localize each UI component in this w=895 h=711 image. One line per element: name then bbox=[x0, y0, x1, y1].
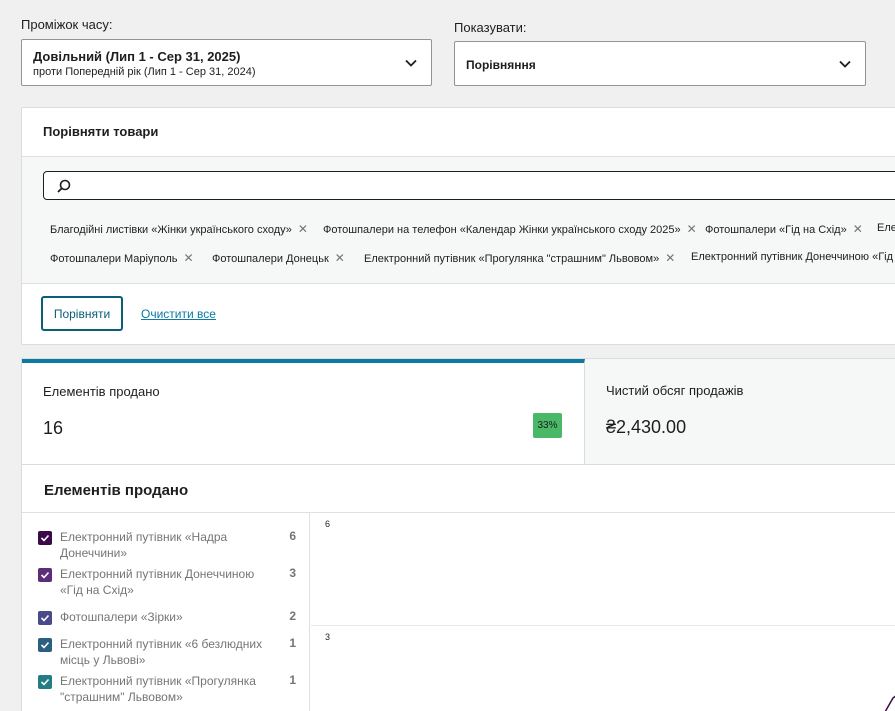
product-chip: Фотошпалери Маріуполь ✕ bbox=[50, 251, 194, 265]
stat-label: Чистий обсяг продажів bbox=[606, 383, 744, 398]
date-range-select[interactable]: Довільний (Лип 1 - Сер 31, 2025) проти П… bbox=[21, 39, 432, 86]
show-select[interactable]: Порівняння bbox=[454, 41, 866, 86]
compare-products-card: Порівняти товари Благодійні листівки «Жі… bbox=[21, 107, 895, 345]
legend-count: 1 bbox=[289, 636, 296, 650]
remove-chip-icon[interactable]: ✕ bbox=[665, 251, 675, 265]
legend-label: Електронний путівник «6 безлюдних місць … bbox=[60, 637, 263, 667]
y-tick-label: 6 bbox=[325, 519, 331, 529]
legend-count: 1 bbox=[289, 673, 296, 687]
series-line bbox=[884, 695, 895, 711]
legend-label: Електронний путівник «Прогулянка "страшн… bbox=[60, 674, 256, 704]
legend-label: Електронний путівник «Надра Донеччини» bbox=[60, 530, 228, 560]
remove-chip-icon[interactable]: ✕ bbox=[335, 251, 345, 265]
checkbox-checked-icon[interactable] bbox=[38, 675, 52, 689]
clear-all-link[interactable]: Очистити все bbox=[141, 307, 216, 321]
product-chip: Еле bbox=[877, 222, 895, 234]
chart-legend: Електронний путівник «Надра Донеччини» 6… bbox=[22, 513, 310, 711]
chart-title: Елементів продано bbox=[44, 482, 189, 499]
remove-chip-icon[interactable]: ✕ bbox=[183, 251, 193, 265]
items-sold-chart-card: Елементів продано Електронний путівник «… bbox=[21, 464, 895, 711]
legend-count: 3 bbox=[289, 566, 296, 580]
stat-value: 16 bbox=[43, 418, 64, 438]
show-value: Порівняння bbox=[466, 58, 536, 72]
search-icon bbox=[57, 179, 71, 193]
date-range-compare: проти Попередній рік (Лип 1 - Сер 31, 20… bbox=[33, 66, 256, 78]
legend-count: 2 bbox=[289, 609, 296, 623]
product-chip: Електронний путівник «Прогулянка "страшн… bbox=[364, 251, 676, 265]
show-label: Показувати: bbox=[454, 20, 527, 35]
product-chip: Фотошпалери Донецьк ✕ bbox=[212, 251, 345, 265]
date-range-value: Довільний (Лип 1 - Сер 31, 2025) bbox=[33, 49, 241, 64]
product-chip: Благодійні листівки «Жінки українського … bbox=[50, 222, 308, 236]
compare-body: Благодійні листівки «Жінки українського … bbox=[22, 156, 895, 284]
legend-label: Електронний путівник Донеччиною «Гід на … bbox=[60, 567, 255, 597]
compare-button[interactable]: Порівняти bbox=[41, 296, 123, 331]
chart-plot-area: 6 3 bbox=[311, 513, 895, 711]
remove-chip-icon[interactable]: ✕ bbox=[687, 222, 697, 236]
remove-chip-icon[interactable]: ✕ bbox=[853, 222, 863, 236]
product-chip: Фотошпалери «Гід на Схід» ✕ bbox=[705, 222, 863, 236]
checkbox-checked-icon[interactable] bbox=[38, 568, 52, 582]
compare-title: Порівняти товари bbox=[43, 124, 159, 139]
y-tick-label: 3 bbox=[325, 632, 331, 642]
checkbox-checked-icon[interactable] bbox=[38, 531, 52, 545]
product-chip: Фотошпалери на телефон «Календар Жінки у… bbox=[323, 222, 697, 236]
chart-body: Електронний путівник «Надра Донеччини» 6… bbox=[22, 512, 895, 711]
product-chip: Електронний путівник Донеччиною «Гід н bbox=[691, 251, 895, 263]
chevron-down-icon bbox=[405, 59, 417, 67]
checkbox-checked-icon[interactable] bbox=[38, 611, 52, 625]
checkbox-checked-icon[interactable] bbox=[38, 638, 52, 652]
stat-value: ₴2,430.00 bbox=[606, 417, 687, 437]
stat-items-sold[interactable]: Елементів продано 16 33% bbox=[22, 359, 585, 465]
delta-badge: 33% bbox=[533, 413, 562, 438]
product-search-input[interactable] bbox=[43, 171, 895, 200]
stat-label: Елементів продано bbox=[43, 384, 160, 399]
legend-count: 6 bbox=[289, 529, 296, 543]
remove-chip-icon[interactable]: ✕ bbox=[298, 222, 308, 236]
gridline bbox=[311, 625, 895, 626]
summary-stats: Елементів продано 16 33% Чистий обсяг пр… bbox=[21, 358, 895, 465]
stat-net-sales[interactable]: Чистий обсяг продажів ₴2,430.00 bbox=[585, 359, 895, 465]
legend-label: Фотошпалери «Зірки» bbox=[60, 610, 183, 624]
date-range-label: Проміжок часу: bbox=[21, 17, 113, 32]
chevron-down-icon bbox=[839, 60, 851, 68]
